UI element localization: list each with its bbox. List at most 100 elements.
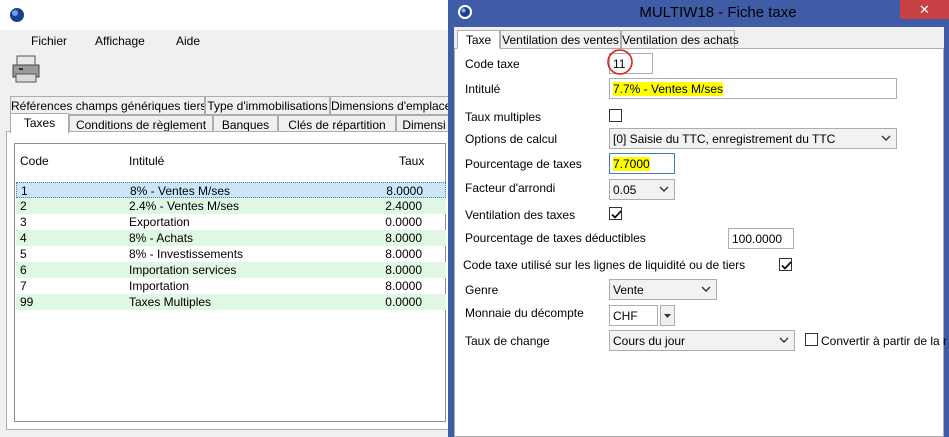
cell-code: 6 [20,263,27,277]
tab-type-immobilisations[interactable]: Type d'immobilisations [205,96,330,115]
tab-taxes[interactable]: Taxes [10,113,69,134]
facteur-arrondi-label: Facteur d'arrondi [465,181,556,195]
checkmark-icon [611,210,622,219]
tab-ventilation-achats[interactable]: Ventilation des achats [621,30,739,49]
col-header-taux[interactable]: Taux [399,154,424,168]
checkmark-icon [781,261,792,270]
cell-intitule: Exportation [129,215,190,229]
options-calcul-value: [0] Saisie du TTC, enregistrement du TTC [613,132,836,146]
cell-code: 3 [20,215,27,229]
grid-header: Code Intitulé Taux [15,144,445,178]
pourcentage-taxes-value: 7.7000 [613,157,650,171]
chevron-down-icon [779,337,789,343]
caret-down-icon [664,314,671,318]
close-icon: ✕ [919,2,930,17]
printer-icon[interactable] [11,54,43,84]
taux-multiples-label: Taux multiples [465,110,542,124]
liquidite-tiers-checkbox[interactable] [779,258,792,271]
tab-ventilation-ventes[interactable]: Ventilation des ventes [500,30,621,49]
monnaie-input[interactable]: CHF [609,305,658,326]
ventilation-taxes-label: Ventilation des taxes [465,208,576,222]
table-row[interactable]: 5 8% - Investissements 8.0000 [16,246,446,262]
taxes-deductibles-input[interactable]: 100.0000 [728,228,794,249]
menu-affichage[interactable]: Affichage [95,34,145,48]
col-header-intitule[interactable]: Intitulé [129,154,164,168]
cell-intitule: Taxes Multiples [129,295,212,309]
monnaie-dropdown-button[interactable] [660,305,675,326]
genre-label: Genre [465,283,499,297]
genre-select[interactable]: Vente [609,279,717,300]
cell-taux: 2.4000 [385,199,422,213]
window-title: MULTIW18 - Fiche taxe [639,4,797,21]
cell-code: 4 [20,231,27,245]
app-orb-icon [10,8,24,22]
cell-intitule: 8% - Ventes M/ses [130,184,231,198]
tab-dimensions-emplacement[interactable]: Dimensions d'emplacement [330,96,452,115]
cell-taux: 0.0000 [385,295,422,309]
col-header-code[interactable]: Code [20,154,49,168]
genre-value: Vente [613,283,644,297]
facteur-arrondi-select[interactable]: 0.05 [609,179,675,200]
chevron-down-icon [659,186,669,192]
taux-change-value: Cours du jour [613,334,686,348]
front-body: Taxe Ventilation des ventes Ventilation … [454,27,948,437]
cell-intitule: Importation services [129,263,237,277]
back-window: Fichier Affichage Aide Références champs… [0,0,452,437]
intitule-value: 7.7% - Ventes M/ses [613,82,724,96]
facteur-arrondi-value: 0.05 [613,183,637,197]
table-row[interactable]: 3 Exportation 0.0000 [16,214,446,230]
menu-bar: Fichier Affichage Aide [0,31,452,51]
ventilation-taxes-checkbox[interactable] [609,207,622,220]
taxes-deductibles-label: Pourcentage de taxes déductibles [465,231,646,245]
front-titlebar: MULTIW18 - Fiche taxe ✕ [448,0,949,27]
taxe-form: Code taxe 11 Intitulé 7.7% - Ventes M/se… [454,48,948,437]
intitule-label: Intitulé [465,82,501,96]
table-row[interactable]: 7 Importation 8.0000 [16,278,446,294]
cell-intitule: 8% - Achats [129,231,194,245]
menu-fichier[interactable]: Fichier [31,34,67,48]
table-row[interactable]: 6 Importation services 8.0000 [16,262,446,278]
cell-intitule: Importation [129,279,190,293]
taxes-panel: Code Intitulé Taux 1 8% - Ventes M/ses 8.0… [6,131,452,430]
convertir-checkbox[interactable] [805,333,818,346]
cell-taux: 8.0000 [385,279,422,293]
cell-code: 7 [20,279,27,293]
tabs-row-1: Références champs génériques tiers Type … [10,96,452,115]
table-row[interactable]: 1 8% - Ventes M/ses 8.0000 [16,182,446,198]
liquidite-tiers-label: Code taxe utilisé sur les lignes de liqu… [463,258,746,272]
cell-intitule: 8% - Investissements [129,247,244,261]
cell-code: 2 [20,199,27,213]
cell-intitule: 2.4% - Ventes M/ses [129,199,240,213]
close-button[interactable]: ✕ [900,0,949,19]
table-row[interactable]: 2 2.4% - Ventes M/ses 2.4000 [16,198,446,214]
front-window: MULTIW18 - Fiche taxe ✕ Taxe Ventilation… [448,0,949,437]
cell-taux: 8.0000 [386,184,423,198]
cell-taux: 8.0000 [385,263,422,277]
convertir-label: Convertir à partir de la r [821,334,948,348]
taxes-grid: Code Intitulé Taux 1 8% - Ventes M/ses 8.0… [14,143,446,422]
pourcentage-taxes-input[interactable]: 7.7000 [609,153,675,174]
taux-change-label: Taux de change [465,334,550,348]
tab-taxe[interactable]: Taxe [457,30,500,49]
intitule-input[interactable]: 7.7% - Ventes M/ses [609,78,897,99]
back-titlebar [0,0,452,30]
table-row[interactable]: 4 8% - Achats 8.0000 [16,230,446,246]
cell-code: 99 [20,295,34,309]
cell-taux: 0.0000 [385,215,422,229]
chevron-down-icon [881,135,891,141]
cell-taux: 8.0000 [385,231,422,245]
monnaie-decompte-label: Monnaie du décompte [465,306,584,320]
code-taxe-label: Code taxe [465,57,520,71]
taux-change-select[interactable]: Cours du jour [609,330,795,351]
annotation-circle [607,49,633,75]
cell-code: 5 [20,247,27,261]
pourcentage-taxes-label: Pourcentage de taxes [465,157,582,171]
cell-code: 1 [21,184,28,198]
chevron-down-icon [701,286,711,292]
cell-taux: 8.0000 [385,247,422,261]
menu-aide[interactable]: Aide [176,34,200,48]
table-row[interactable]: 99 Taxes Multiples 0.0000 [16,294,446,310]
taux-multiples-checkbox[interactable] [609,109,622,122]
options-calcul-select[interactable]: [0] Saisie du TTC, enregistrement du TTC [609,128,897,149]
options-calcul-label: Options de calcul [465,132,558,146]
